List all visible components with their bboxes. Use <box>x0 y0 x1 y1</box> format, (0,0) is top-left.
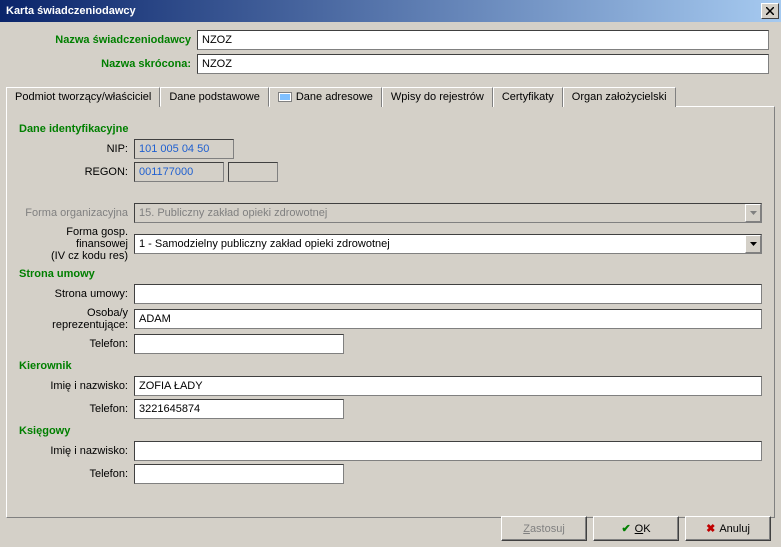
tab-podmiot[interactable]: Podmiot tworzący/właściciel <box>6 87 160 107</box>
provider-name-input[interactable] <box>197 30 769 50</box>
tab-dane-adresowe[interactable]: Dane adresowe <box>269 87 382 107</box>
ksiegowy-imie-input[interactable] <box>134 441 762 461</box>
forma-gosp-value: 1 - Samodzielny publiczny zakład opieki … <box>134 234 762 254</box>
strona-umowy-input[interactable] <box>134 284 762 304</box>
regon-label: REGON: <box>19 166 134 178</box>
kierownik-tel-input[interactable] <box>134 399 344 419</box>
section-kierownik: Kierownik <box>19 360 762 372</box>
tab-panel: Dane identyfikacyjne NIP: REGON: Forma o… <box>6 106 775 518</box>
forma-org-label: Forma organizacyjna <box>19 207 134 219</box>
cancel-label: Anuluj <box>719 523 750 535</box>
cancel-button[interactable]: ✖ Anuluj <box>685 516 771 541</box>
forma-gosp-label-1: Forma gosp. finansowej <box>66 226 128 250</box>
regon2-input[interactable] <box>228 162 278 182</box>
forma-gosp-label-2: (IV cz kodu res) <box>51 250 128 262</box>
close-icon <box>766 7 774 15</box>
titlebar: Karta świadczeniodawcy <box>0 0 781 22</box>
regon-input[interactable] <box>134 162 224 182</box>
tab-organ[interactable]: Organ założycielski <box>563 87 676 107</box>
close-button[interactable] <box>761 3 779 19</box>
umowa-tel-input[interactable] <box>134 334 344 354</box>
tab-dane-podstawowe[interactable]: Dane podstawowe <box>160 87 269 107</box>
cancel-icon: ✖ <box>706 522 715 535</box>
kierownik-tel-label: Telefon: <box>19 403 134 415</box>
header-area: Nazwa świadczeniodawcy Nazwa skrócona: <box>0 22 781 86</box>
osoba-label: Osoba/y reprezentujące: <box>19 307 134 331</box>
tab-certyfikaty[interactable]: Certyfikaty <box>493 87 563 107</box>
nip-input[interactable] <box>134 139 234 159</box>
forma-org-value: 15. Publiczny zakład opieki zdrowotnej <box>134 203 762 223</box>
apply-button: Zastosuj <box>501 516 587 541</box>
umowa-tel-label: Telefon: <box>19 338 134 350</box>
check-icon: ✔ <box>621 522 630 535</box>
tab-bar: Podmiot tworzący/właściciel Dane podstaw… <box>6 87 775 107</box>
forma-gosp-select[interactable]: 1 - Samodzielny publiczny zakład opieki … <box>134 234 762 254</box>
section-ident: Dane identyfikacyjne <box>19 123 762 135</box>
window-title: Karta świadczeniodawcy <box>6 5 761 17</box>
section-umowa: Strona umowy <box>19 268 762 280</box>
ksiegowy-tel-label: Telefon: <box>19 468 134 480</box>
chevron-down-icon <box>745 204 761 222</box>
short-name-label: Nazwa skrócona: <box>12 58 197 70</box>
short-name-input[interactable] <box>197 54 769 74</box>
chevron-down-icon[interactable] <box>745 235 761 253</box>
tab-dane-adresowe-label: Dane adresowe <box>296 91 373 103</box>
kierownik-imie-input[interactable] <box>134 376 762 396</box>
osoba-input[interactable] <box>134 309 762 329</box>
provider-name-label: Nazwa świadczeniodawcy <box>12 34 197 46</box>
section-ksiegowy: Księgowy <box>19 425 762 437</box>
button-bar: Zastosuj ✔ OK ✖ Anuluj <box>501 516 771 541</box>
nip-label: NIP: <box>19 143 134 155</box>
ksiegowy-tel-input[interactable] <box>134 464 344 484</box>
ksiegowy-imie-label: Imię i nazwisko: <box>19 445 134 457</box>
strona-umowy-label: Strona umowy: <box>19 288 134 300</box>
kierownik-imie-label: Imię i nazwisko: <box>19 380 134 392</box>
ok-button[interactable]: ✔ OK <box>593 516 679 541</box>
apply-label-rest: astosuj <box>530 523 565 535</box>
tab-wpisy[interactable]: Wpisy do rejestrów <box>382 87 493 107</box>
forma-org-select: 15. Publiczny zakład opieki zdrowotnej <box>134 203 762 223</box>
address-icon <box>278 92 292 102</box>
forma-gosp-label: Forma gosp. finansowej (IV cz kodu res) <box>19 226 134 262</box>
